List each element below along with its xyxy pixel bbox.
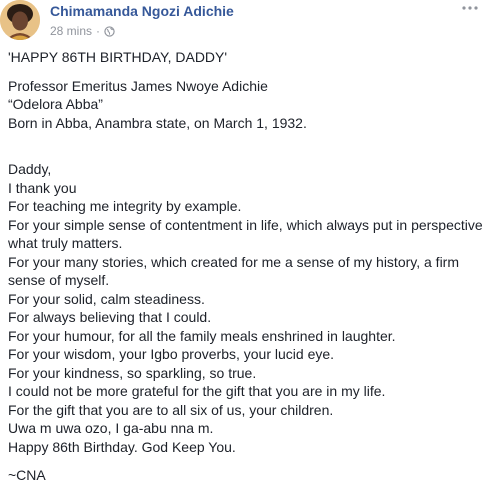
more-options-icon[interactable] [458, 0, 482, 16]
signature: ~CNA [8, 467, 46, 483]
intro-paragraph: Professor Emeritus James Nwoye Adichie “… [8, 77, 486, 133]
post-title-paragraph: 'HAPPY 86TH BIRTHDAY, DADDY' [8, 48, 486, 67]
avatar[interactable] [0, 0, 40, 40]
text-line: Daddy, [8, 161, 52, 177]
text-line: I could not be more grateful for the gif… [8, 383, 386, 399]
text-line: Happy 86th Birthday. God Keep You. [8, 438, 236, 455]
signature-paragraph: ~CNA [8, 466, 486, 485]
text-line: Uwa m uwa ozo, I ga-abu nna m. [8, 420, 214, 436]
text-line: For always believing that I could. [8, 309, 212, 325]
text-line: I thank you [8, 179, 77, 196]
text-line: For your solid, calm steadiness. [8, 290, 205, 307]
text-line: “Odelora Abba” [8, 96, 103, 112]
profile-photo [0, 0, 40, 40]
author-name[interactable]: Chimamanda Ngozi Adichie [50, 3, 234, 19]
text-line: For your many stories, which created for… [8, 253, 460, 289]
text-line: For your simple sense of contentment in … [8, 216, 483, 252]
post-content: 'HAPPY 86TH BIRTHDAY, DADDY' Professor E… [8, 48, 486, 495]
meta-separator: · [96, 24, 101, 38]
text-line: For your kindness, so sparkling, so true… [8, 364, 257, 381]
post-title: 'HAPPY 86TH BIRTHDAY, DADDY' [8, 49, 228, 65]
globe-icon[interactable] [104, 25, 115, 37]
text-line: For your wisdom, your Igbo proverbs, you… [8, 346, 335, 362]
text-line: For teaching me integrity by example. [8, 198, 242, 214]
text-line: Born in Abba, Anambra state, on March 1,… [8, 114, 307, 131]
post-timestamp[interactable]: 28 mins [50, 24, 92, 38]
post-meta: 28 mins · [50, 24, 115, 38]
letter-paragraph: Daddy, I thank you For teaching me integ… [8, 160, 486, 456]
text-line: For your humour, for all the family meal… [8, 327, 396, 344]
text-line: Professor Emeritus James Nwoye Adichie [8, 77, 268, 94]
text-line: For the gift that you are to all six of … [8, 401, 334, 418]
facebook-post: Chimamanda Ngozi Adichie 28 mins · 'HAPP… [0, 0, 490, 485]
